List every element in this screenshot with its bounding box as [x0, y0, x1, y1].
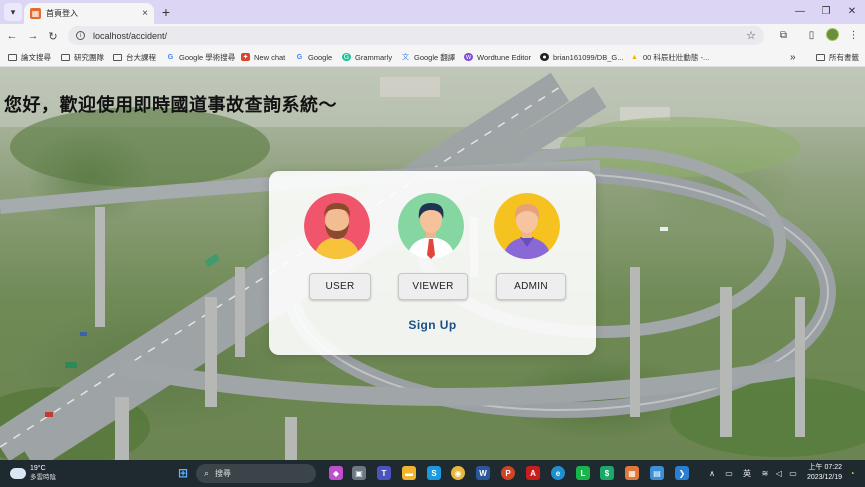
maximize-icon[interactable]: ❐ — [816, 3, 836, 19]
tab-search-button[interactable]: ▾ — [4, 3, 22, 21]
weather-text: 多雲時陰 — [30, 474, 56, 481]
admin-role — [494, 193, 560, 259]
all-bookmarks-button[interactable]: 所有書籤 — [816, 50, 859, 64]
chrome-icon[interactable]: ◉ — [451, 466, 465, 480]
profile-avatar[interactable] — [826, 28, 839, 41]
bookmark-item[interactable]: w Wordtune Editor — [464, 50, 531, 64]
task-view-icon[interactable]: ▣ — [352, 466, 366, 480]
tab-strip: ▾ ▦ 首頁登入 × + — ❐ ✕ — [0, 0, 865, 24]
reload-icon[interactable]: ↻ — [45, 28, 61, 44]
openai-icon: ✦ — [241, 53, 250, 61]
keyboard-icon[interactable]: ▭ — [723, 466, 735, 480]
viewer-role — [398, 193, 464, 259]
money-app-icon[interactable]: $ — [600, 466, 614, 480]
google-icon: G — [167, 53, 174, 61]
bookmark-item[interactable]: ✦ New chat — [241, 50, 285, 64]
user-button[interactable]: USER — [309, 273, 371, 300]
bookmark-item[interactable]: G Google 學術搜尋 — [166, 50, 236, 64]
close-window-icon[interactable]: ✕ — [842, 3, 862, 19]
new-tab-button[interactable]: + — [158, 4, 174, 20]
back-icon[interactable]: ← — [4, 28, 20, 44]
folder-icon — [816, 53, 825, 61]
login-role-panel: USER VIEWER ADMIN Sign Up — [269, 171, 596, 355]
line-icon[interactable]: L — [576, 466, 590, 480]
viewer-avatar-icon[interactable] — [398, 193, 464, 259]
sign-up-link[interactable]: Sign Up — [269, 318, 596, 332]
bookmark-item[interactable]: 論文搜尋 — [8, 50, 51, 64]
translate-icon: 文 — [402, 54, 409, 61]
folder-icon — [113, 53, 122, 61]
ime-indicator[interactable]: 英 — [741, 466, 753, 480]
user-role — [304, 193, 370, 259]
tab-title: 首頁登入 — [46, 9, 78, 18]
notification-bell-icon[interactable]: ◔ — [846, 466, 858, 480]
user-avatar-icon[interactable] — [304, 193, 370, 259]
bookmarks-bar: 論文搜尋 研究團隊 台大課程 G Google 學術搜尋 ✦ New chat GG… — [0, 47, 865, 67]
taskbar-search-placeholder: 搜尋 — [215, 469, 232, 478]
vscode-icon[interactable]: ❯ — [675, 466, 689, 480]
search-icon: ⌕ — [204, 468, 210, 478]
edge-icon[interactable]: e — [551, 466, 565, 480]
github-icon: ● — [540, 53, 549, 61]
bookmark-item[interactable]: 台大課程 — [113, 50, 156, 64]
system-clock[interactable]: 上午 07:22 2023/12/19 — [804, 463, 842, 483]
admin-avatar-icon[interactable] — [494, 193, 560, 259]
menu-icon[interactable]: ⋮ — [846, 28, 861, 43]
cloud-icon — [10, 467, 26, 479]
grammarly-icon: G — [342, 53, 351, 61]
wifi-icon[interactable]: ≋ — [759, 466, 771, 480]
bookmark-item[interactable]: ▲ 00 科辰壯壯動態 -... — [630, 50, 709, 64]
forward-icon[interactable]: → — [25, 28, 41, 44]
start-button-icon[interactable]: ⊞ — [176, 466, 190, 480]
powerpoint-icon[interactable]: P — [501, 466, 515, 480]
close-tab-icon[interactable]: × — [142, 8, 148, 19]
taskbar-search[interactable]: ⌕ 搜尋 — [196, 464, 316, 483]
site-app-icon[interactable]: ▦ — [625, 466, 639, 480]
bookmark-star-icon[interactable]: ☆ — [746, 29, 756, 42]
bookmark-item[interactable]: 文 Google 翻譯 — [401, 50, 455, 64]
bookmark-item[interactable]: 研究團隊 — [61, 50, 104, 64]
volume-icon[interactable]: ◁ — [773, 466, 785, 480]
skype-icon[interactable]: S — [427, 466, 441, 480]
tray-overflow-icon[interactable]: ∧ — [706, 466, 718, 480]
site-favicon-icon: ▦ — [30, 8, 41, 19]
side-panel-icon[interactable]: ▯ — [804, 28, 819, 43]
windows-taskbar: 19°C 多雲時陰 ⊞ ⌕ 搜尋 ◆ ▣ T ▬ S ◉ W P A e L $… — [0, 460, 865, 487]
copilot-icon[interactable]: ◆ — [329, 466, 343, 480]
temperature-text: 19°C — [30, 465, 46, 472]
active-tab[interactable]: ▦ 首頁登入 × — [24, 3, 154, 24]
clock-time: 上午 07:22 — [808, 464, 842, 471]
folder-icon — [8, 53, 17, 61]
bookmarks-overflow-icon[interactable]: » — [790, 50, 796, 64]
file-explorer-icon[interactable]: ▬ — [402, 466, 416, 480]
teams-icon[interactable]: T — [377, 466, 391, 480]
folder-icon — [61, 53, 70, 61]
extensions-icon[interactable]: ⧉ — [776, 28, 791, 43]
word-icon[interactable]: W — [476, 466, 490, 480]
bookmark-item[interactable]: ● brian161099/DB_G... — [540, 50, 623, 64]
browser-toolbar: ← → ↻ i localhost/accident/ ☆ ⧉ ▯ ⋮ — [0, 24, 865, 47]
address-bar[interactable]: i localhost/accident/ ☆ — [68, 26, 764, 45]
viewer-button[interactable]: VIEWER — [398, 273, 468, 300]
weather-widget[interactable]: 19°C 多雲時陰 — [10, 464, 56, 482]
url-text[interactable]: localhost/accident/ — [93, 31, 746, 41]
drive-icon: ▲ — [631, 53, 638, 61]
bookmark-item[interactable]: G Google — [295, 50, 332, 64]
site-info-icon[interactable]: i — [76, 31, 85, 40]
minimize-icon[interactable]: — — [790, 3, 810, 19]
welcome-heading: 您好，歡迎使用即時國道事故查詢系統～ — [4, 95, 337, 116]
admin-button[interactable]: ADMIN — [496, 273, 566, 300]
acrobat-icon[interactable]: A — [526, 466, 540, 480]
battery-icon[interactable]: ▭ — [787, 466, 799, 480]
clock-date: 2023/12/19 — [806, 474, 842, 481]
calculator-icon[interactable]: ▤ — [650, 466, 664, 480]
page-viewport: 您好，歡迎使用即時國道事故查詢系統～ USER VIEWER ADMIN Sig… — [0, 67, 865, 460]
bookmark-item[interactable]: G Grammarly — [342, 50, 392, 64]
wordtune-icon: w — [464, 53, 473, 61]
google-icon: G — [296, 53, 303, 61]
